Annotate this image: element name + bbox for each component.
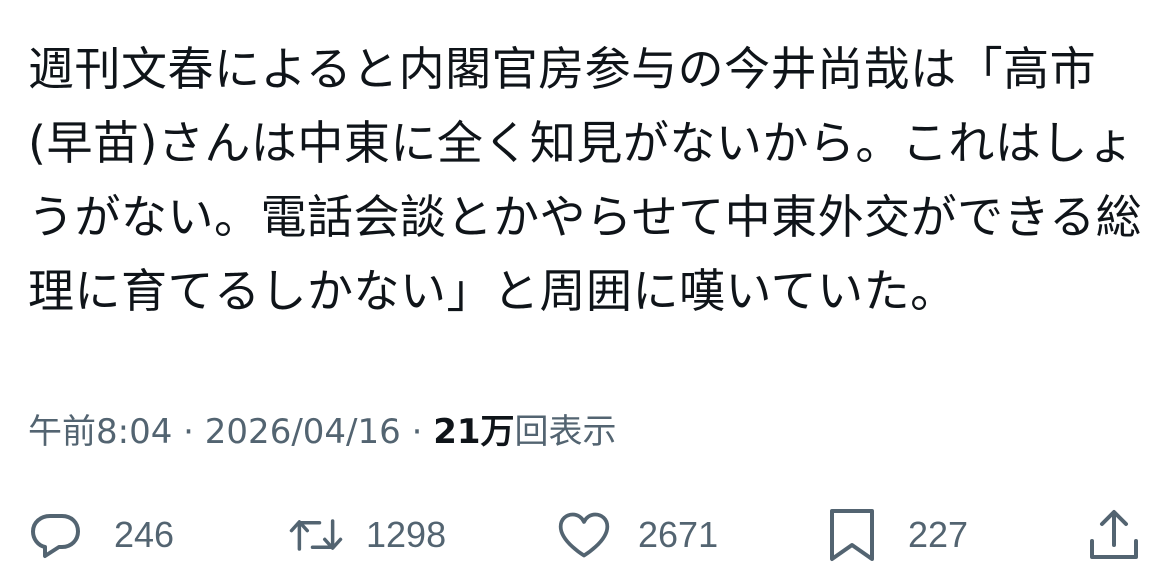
reply-button[interactable]: 246: [28, 500, 174, 570]
meta-separator: ·: [183, 412, 205, 452]
meta-separator: ·: [411, 412, 434, 452]
views-count[interactable]: 21万: [433, 412, 514, 452]
tweet-time[interactable]: 午前8:04: [28, 412, 172, 452]
retweet-count: 1298: [366, 514, 447, 555]
tweet-date[interactable]: 2026/04/16: [205, 412, 401, 452]
retweet-button[interactable]: 1298: [288, 500, 446, 570]
tweet-text: 週刊文春によると内閣官房参与の今井尚哉は「高市(早苗)さんは中東に全く知見がない…: [28, 42, 1143, 318]
like-button[interactable]: 2671: [556, 500, 718, 570]
reply-icon: [28, 507, 84, 563]
retweet-icon: [288, 507, 344, 563]
share-icon: [1086, 507, 1142, 563]
share-button[interactable]: [1086, 500, 1142, 570]
bookmark-count: 227: [908, 514, 969, 555]
like-count: 2671: [638, 514, 719, 555]
heart-icon: [556, 507, 612, 563]
views-label: 回表示: [514, 412, 617, 452]
reply-count: 246: [114, 514, 175, 555]
action-bar: 246 1298 2671 227: [0, 500, 1170, 570]
bookmark-button[interactable]: 227: [824, 500, 968, 570]
bookmark-icon: [824, 507, 880, 563]
tweet-meta: 午前8:04 · 2026/04/16 · 21万回表示: [28, 408, 617, 456]
